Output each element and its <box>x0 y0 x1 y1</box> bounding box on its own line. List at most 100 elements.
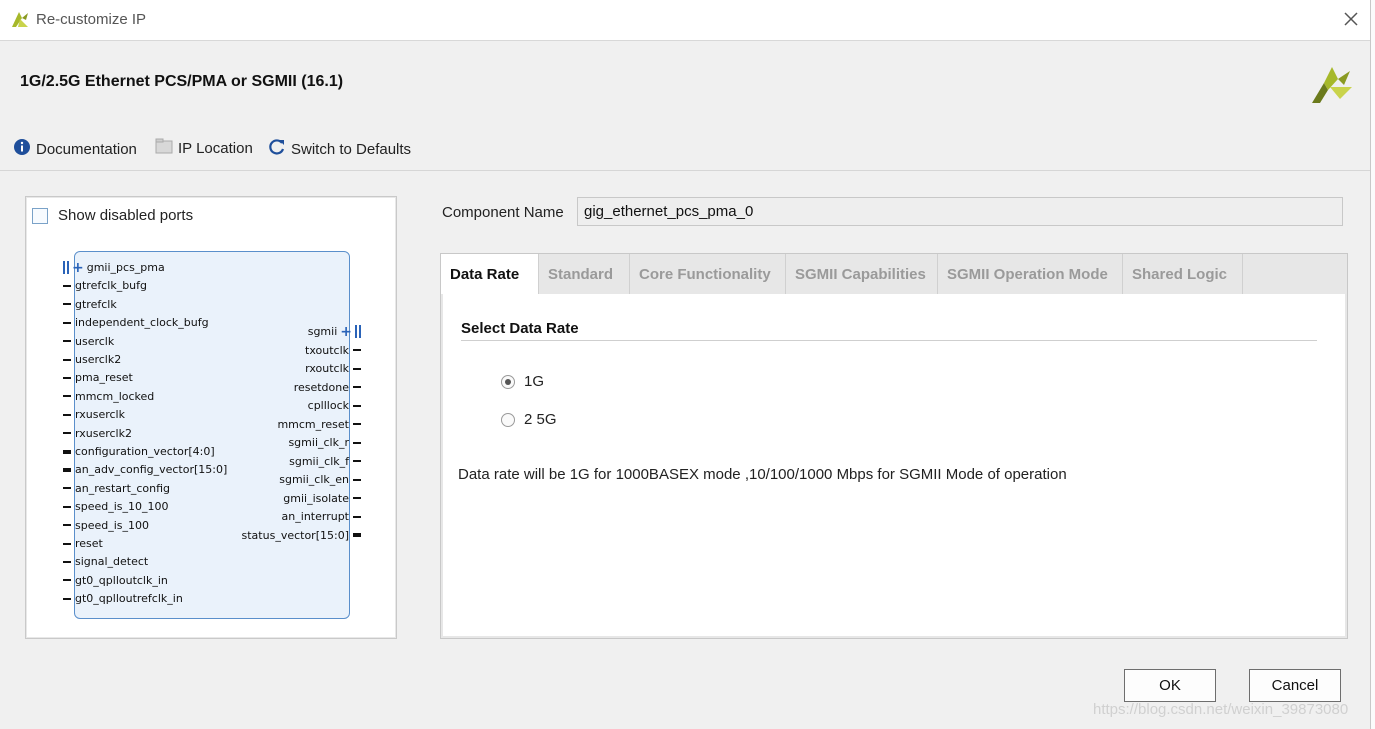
component-name-input[interactable]: gig_ethernet_pcs_pma_0 <box>577 197 1343 226</box>
section-divider <box>461 340 1317 341</box>
dialog-header: 1G/2.5G Ethernet PCS/PMA or SGMII (16.1) <box>0 41 1370 121</box>
pin-label: an_restart_config <box>75 481 171 495</box>
pin-stub <box>353 515 361 518</box>
show-disabled-ports-label: Show disabled ports <box>58 207 194 224</box>
pin-stub <box>63 395 71 398</box>
pin-label: sgmii_clk_en <box>279 473 349 486</box>
pin-label: independent_clock_bufg <box>75 316 209 330</box>
pin-stub <box>353 349 361 351</box>
tab-standard[interactable]: Standard <box>539 254 630 294</box>
show-disabled-ports-checkbox[interactable]: Show disabled ports <box>32 207 193 224</box>
pin-stub <box>353 460 361 462</box>
pin-stub <box>353 533 361 537</box>
pin-stub <box>353 441 361 444</box>
pin-stub <box>353 497 361 499</box>
ip-symbol-panel: Show disabled ports + gmii_pcs_pma gtrefcl… <box>25 196 397 639</box>
pin-label: sgmii <box>307 325 338 338</box>
checkbox-box[interactable] <box>32 207 48 224</box>
pin-stub <box>353 423 361 425</box>
cancel-button[interactable]: Cancel <box>1249 669 1341 702</box>
component-name-label: Component Name <box>442 204 564 221</box>
window-title: Re-customize IP <box>36 11 147 28</box>
ip-heading: 1G/2.5G Ethernet PCS/PMA or SGMII (16.1) <box>20 73 344 90</box>
tab-core-functionality[interactable]: Core Functionality <box>630 254 786 294</box>
pin-label: rxuserclk <box>75 408 125 422</box>
radio-button-selected[interactable] <box>501 374 515 389</box>
radio-2-5g[interactable]: 2 5G <box>501 411 557 428</box>
pin-label: userclk <box>75 334 115 348</box>
expand-icon[interactable]: + <box>340 324 352 340</box>
tab-sgmii-capabilities[interactable]: SGMII Capabilities <box>786 254 938 294</box>
pin-stub <box>353 478 361 481</box>
block-left-pin: reset <box>63 537 103 550</box>
radio-button[interactable] <box>501 412 515 427</box>
block-right-pin: sgmii_clk_f <box>289 455 361 468</box>
toolbar: Documentation IP Location Switch to Defa… <box>0 134 600 160</box>
pin-stub <box>353 367 361 370</box>
pin-label: gmii_isolate <box>283 491 349 505</box>
pin-stub <box>63 505 71 508</box>
section-title: Select Data Rate <box>461 320 579 337</box>
pin-stub <box>63 376 71 379</box>
pin-label: sgmii_clk_r <box>288 436 349 449</box>
pin-label: sgmii_clk_f <box>289 454 349 468</box>
pin-label: gmii_pcs_pma <box>86 261 165 274</box>
block-right-pin: rxoutclk <box>305 362 361 375</box>
pin-label: configuration_vector[4:0] <box>75 445 215 458</box>
pin-label: cplllock <box>307 399 349 412</box>
pin-stub <box>353 404 361 407</box>
tab-shared-logic[interactable]: Shared Logic <box>1123 254 1243 294</box>
block-left-pin: gtrefclk_bufg <box>63 279 147 292</box>
switch-to-defaults-button[interactable]: Switch to Defaults <box>268 138 411 160</box>
block-right-pin: an_interrupt <box>282 510 361 523</box>
block-right-pin: txoutclk <box>305 344 361 357</box>
pin-label: pma_reset <box>75 371 133 385</box>
pin-label: gtrefclk_bufg <box>75 279 147 293</box>
bus-interface-icon <box>63 261 69 274</box>
pin-stub <box>63 467 71 472</box>
block-left-pin: gtrefclk <box>63 298 117 311</box>
folder-icon <box>155 138 178 158</box>
ip-location-button[interactable]: IP Location <box>155 138 253 158</box>
pin-label: reset <box>75 537 103 550</box>
title-bar: Re-customize IP <box>0 0 1370 41</box>
block-left-pin: configuration_vector[4:0] <box>63 445 215 458</box>
tab-data-rate[interactable]: Data Rate <box>441 254 539 294</box>
block-right-pin: sgmii_clk_en <box>279 473 361 486</box>
xilinx-logo-icon <box>10 10 30 31</box>
radio-1g[interactable]: 1G <box>501 373 544 390</box>
documentation-button[interactable]: Documentation <box>13 138 137 160</box>
pin-label: an_adv_config_vector[15:0] <box>75 463 228 477</box>
block-left-pin: gt0_qplloutrefclk_in <box>63 592 183 605</box>
block-right-pin: sgmii_clk_r <box>288 436 361 449</box>
pin-label: txoutclk <box>305 343 349 357</box>
tab-sgmii-operation-mode[interactable]: SGMII Operation Mode <box>938 254 1123 294</box>
block-right-pin: cplllock <box>308 399 361 412</box>
ip-location-label: IP Location <box>178 139 253 157</box>
config-tab-panel: Data Rate Standard Core Functionality SG… <box>440 253 1348 639</box>
pin-label: resetdone <box>293 380 349 394</box>
block-left-pin: userclk <box>63 335 114 348</box>
switch-defaults-label: Switch to Defaults <box>291 140 412 158</box>
pin-label: an_interrupt <box>281 510 349 523</box>
expand-icon[interactable]: + <box>72 260 84 276</box>
block-left-pin: speed_is_10_100 <box>63 500 169 513</box>
pin-stub <box>63 487 71 490</box>
ok-button[interactable]: OK <box>1124 669 1216 702</box>
pin-label: mmcm_locked <box>75 389 155 403</box>
pin-stub <box>63 340 71 343</box>
block-left-pin: gt0_qplloutclk_in <box>63 574 168 587</box>
block-left-pin: + gmii_pcs_pma <box>63 260 165 276</box>
block-left-pin: pma_reset <box>63 371 133 384</box>
pin-stub <box>63 560 71 563</box>
block-right-pin: status_vector[15:0] <box>242 529 361 542</box>
pin-label: signal_detect <box>75 555 149 569</box>
xilinx-logo-icon <box>1310 63 1354 108</box>
pin-stub <box>63 524 71 527</box>
block-left-pin: speed_is_100 <box>63 519 149 532</box>
pin-stub <box>63 284 71 287</box>
data-rate-tab-content: Select Data Rate 1G 2 5G Data rate will … <box>443 294 1345 636</box>
close-icon[interactable] <box>1340 8 1362 30</box>
data-rate-description: Data rate will be 1G for 1000BASEX mode … <box>458 466 1067 483</box>
pin-stub <box>63 542 71 545</box>
